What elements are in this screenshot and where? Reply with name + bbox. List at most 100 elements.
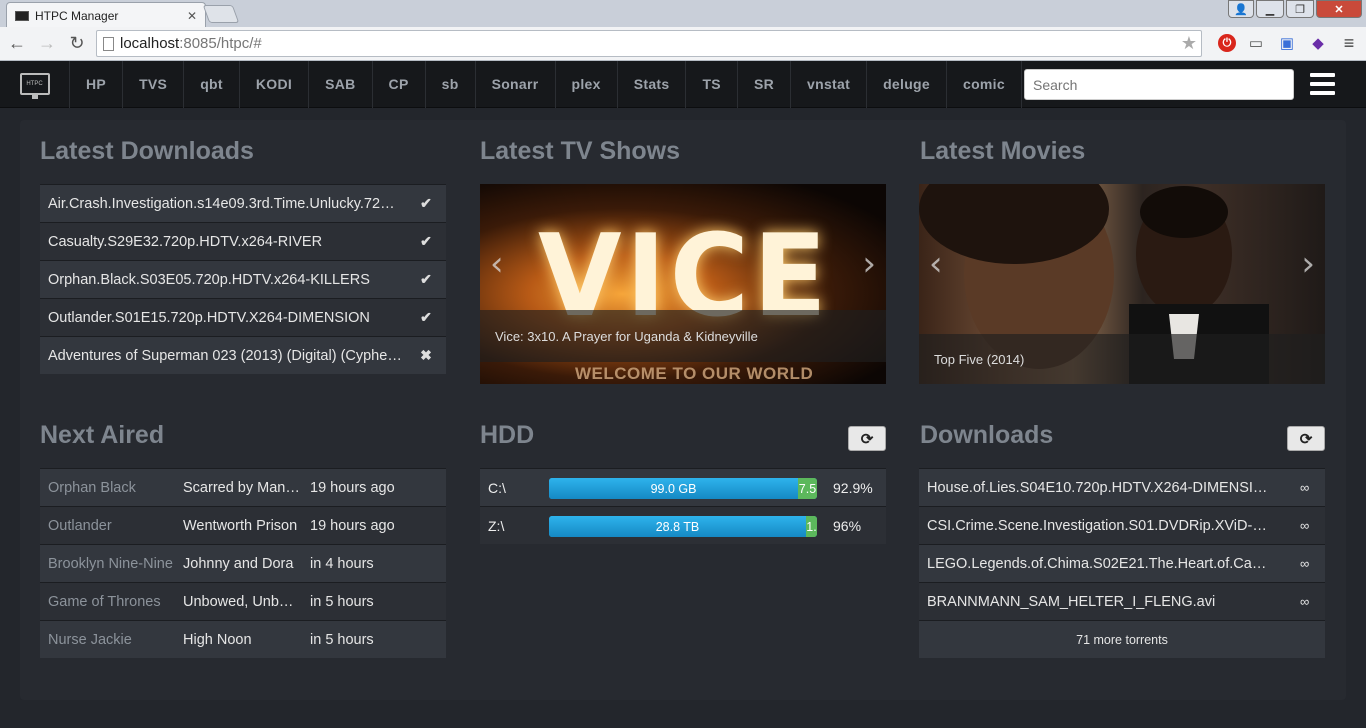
nav-item[interactable]: SAB bbox=[309, 60, 373, 108]
latest-tv-panel: Latest TV Shows bbox=[480, 137, 680, 166]
show-name[interactable]: Nurse Jackie bbox=[40, 632, 175, 648]
check-icon: ✔ bbox=[420, 271, 432, 287]
downloads-refresh-button[interactable]: ⟳ bbox=[1287, 426, 1325, 451]
drive-row: Z:\ 28.8 TB 1. 96% bbox=[480, 506, 886, 544]
nav-item[interactable]: sb bbox=[426, 60, 476, 108]
nav-item[interactable]: SR bbox=[738, 60, 792, 108]
eta-infinity: ∞ bbox=[1300, 556, 1310, 571]
eta-infinity: ∞ bbox=[1300, 480, 1310, 495]
usage-bar-used: 28.8 TB bbox=[549, 516, 806, 537]
table-row[interactable]: Game of Thrones Unbowed, Unbent, Unbroke… bbox=[40, 582, 446, 620]
download-name: Adventures of Superman 023 (2013) (Digit… bbox=[48, 347, 402, 364]
usage-bar: 28.8 TB 1. bbox=[549, 516, 817, 537]
cross-icon: ✖ bbox=[420, 347, 432, 363]
air-time: in 4 hours bbox=[310, 555, 374, 572]
nav-item[interactable]: vnstat bbox=[791, 60, 868, 108]
nav-item[interactable]: plex bbox=[556, 60, 618, 108]
extension-icon[interactable]: ▣ bbox=[1276, 32, 1298, 54]
nav-item[interactable]: Stats bbox=[618, 60, 687, 108]
list-item[interactable]: BRANNMANN_SAM_HELTER_I_FLENG.avi ∞ bbox=[919, 582, 1325, 620]
eta-infinity: ∞ bbox=[1300, 518, 1310, 533]
carousel-caption: Vice: 3x10. A Prayer for Uganda & Kidney… bbox=[480, 310, 886, 362]
user-icon[interactable]: 👤 bbox=[1228, 0, 1254, 18]
chevron-left-icon[interactable]: ‹ bbox=[929, 244, 943, 284]
show-name[interactable]: Game of Thrones bbox=[40, 594, 175, 610]
check-icon: ✔ bbox=[420, 233, 432, 249]
search-input[interactable] bbox=[1024, 69, 1294, 100]
air-time: 19 hours ago bbox=[310, 479, 395, 496]
list-item[interactable]: CSI.Crime.Scene.Investigation.S01.DVDRip… bbox=[919, 506, 1325, 544]
tv-carousel[interactable]: VICE WELCOME TO OUR WORLD Vice: 3x10. A … bbox=[480, 184, 886, 384]
download-name: Air.Crash.Investigation.s14e09.3rd.Time.… bbox=[48, 195, 402, 212]
table-row[interactable]: Outlander Wentworth Prison 19 hours ago bbox=[40, 506, 446, 544]
monitor-icon bbox=[15, 10, 29, 21]
nav-item[interactable]: TVS bbox=[123, 60, 185, 108]
page-icon bbox=[103, 36, 114, 51]
bookmark-star-icon[interactable]: ★ bbox=[1181, 33, 1197, 54]
show-name[interactable]: Orphan Black bbox=[40, 480, 175, 496]
address-bar[interactable]: localhost:8085/htpc/# ★ bbox=[96, 30, 1202, 57]
new-tab-button[interactable] bbox=[202, 5, 240, 23]
refresh-icon: ⟳ bbox=[1299, 430, 1313, 448]
panel-title: Next Aired bbox=[40, 421, 165, 449]
nav-item[interactable]: TS bbox=[686, 60, 738, 108]
list-item[interactable]: LEGO.Legends.of.Chima.S02E21.The.Heart.o… bbox=[919, 544, 1325, 582]
reload-icon[interactable]: ↻ bbox=[64, 31, 90, 57]
hdd-panel: HDD bbox=[480, 421, 534, 450]
nav-item[interactable]: comic bbox=[947, 60, 1022, 108]
downloads-list: House.of.Lies.S04E10.720p.HDTV.X264-DIME… bbox=[919, 468, 1325, 658]
browser-menu-icon[interactable]: ≡ bbox=[1338, 32, 1360, 54]
list-item[interactable]: House.of.Lies.S04E10.720p.HDTV.X264-DIME… bbox=[919, 468, 1325, 506]
panel-title: Downloads bbox=[920, 421, 1054, 449]
episode-title: Johnny and Dora bbox=[183, 555, 294, 572]
more-torrents-link[interactable]: 71 more torrents bbox=[919, 620, 1325, 658]
adblock-extension-icon[interactable]: ⏻ bbox=[1218, 34, 1236, 52]
tab-title: HTPC Manager bbox=[35, 8, 119, 23]
table-row[interactable]: Orphan Black Scarred by Many Past Frustr… bbox=[40, 468, 446, 506]
nav-item[interactable]: CP bbox=[373, 60, 426, 108]
nav-item[interactable]: HP bbox=[70, 60, 124, 108]
show-name[interactable]: Brooklyn Nine-Nine bbox=[40, 556, 175, 572]
table-row[interactable]: Brooklyn Nine-Nine Johnny and Dora in 4 … bbox=[40, 544, 446, 582]
list-item[interactable]: Outlander.S01E15.720p.HDTV.X264-DIMENSIO… bbox=[40, 298, 446, 336]
url-path: :8085/htpc/# bbox=[179, 35, 262, 52]
close-tab-icon[interactable]: ✕ bbox=[187, 9, 197, 23]
app-navbar: HTPC HP TVS qbt KODI SAB CP sb Sonarr pl… bbox=[0, 60, 1366, 108]
hdd-refresh-button[interactable]: ⟳ bbox=[848, 426, 886, 451]
maximize-button[interactable]: ❐ bbox=[1286, 0, 1314, 18]
list-item[interactable]: Casualty.S29E32.720p.HDTV.x264-RIVER ✔ bbox=[40, 222, 446, 260]
nav-item[interactable]: qbt bbox=[184, 60, 240, 108]
show-art-subtitle: WELCOME TO OUR WORLD bbox=[575, 364, 814, 383]
download-name: Casualty.S29E32.720p.HDTV.x264-RIVER bbox=[48, 233, 323, 250]
downloads-panel: Downloads bbox=[920, 421, 1053, 450]
usage-percent: 96% bbox=[833, 517, 862, 534]
cast-icon[interactable]: ▭ bbox=[1245, 32, 1267, 54]
chevron-left-icon[interactable]: ‹ bbox=[490, 244, 504, 284]
air-time: in 5 hours bbox=[310, 593, 374, 610]
forward-icon[interactable]: → bbox=[34, 31, 60, 57]
browser-tab[interactable]: HTPC Manager ✕ bbox=[6, 2, 206, 28]
episode-title: Unbowed, Unbent, Unbroken bbox=[183, 593, 300, 610]
list-item[interactable]: Adventures of Superman 023 (2013) (Digit… bbox=[40, 336, 446, 374]
brand-logo[interactable]: HTPC bbox=[0, 60, 70, 108]
nav-item[interactable]: Sonarr bbox=[476, 60, 556, 108]
nav-item[interactable]: deluge bbox=[867, 60, 947, 108]
extension-icon-2[interactable]: ◆ bbox=[1307, 32, 1329, 54]
minimize-button[interactable]: ▁ bbox=[1256, 0, 1284, 18]
list-item[interactable]: Orphan.Black.S03E05.720p.HDTV.x264-KILLE… bbox=[40, 260, 446, 298]
air-time: in 5 hours bbox=[310, 631, 374, 648]
show-name[interactable]: Outlander bbox=[40, 518, 175, 534]
chevron-right-icon[interactable]: › bbox=[1301, 244, 1315, 284]
movies-carousel[interactable]: Top Five (2014) ‹ › bbox=[919, 184, 1325, 384]
hamburger-menu-icon[interactable] bbox=[1310, 73, 1335, 95]
nav-item[interactable]: KODI bbox=[240, 60, 310, 108]
hdd-table: C:\ 99.0 GB 7.5 92.9% Z:\ 28.8 TB 1. 96% bbox=[480, 468, 886, 544]
list-item[interactable]: Air.Crash.Investigation.s14e09.3rd.Time.… bbox=[40, 184, 446, 222]
close-window-button[interactable]: ✕ bbox=[1316, 0, 1362, 18]
table-row[interactable]: Nurse Jackie High Noon in 5 hours bbox=[40, 620, 446, 658]
next-aired-panel: Next Aired bbox=[40, 421, 164, 450]
panel-title: HDD bbox=[480, 421, 535, 449]
back-icon[interactable]: ← bbox=[4, 31, 30, 57]
chevron-right-icon[interactable]: › bbox=[862, 244, 876, 284]
browser-tabstrip: HTPC Manager ✕ 👤 ▁ ❐ ✕ bbox=[0, 0, 1366, 28]
